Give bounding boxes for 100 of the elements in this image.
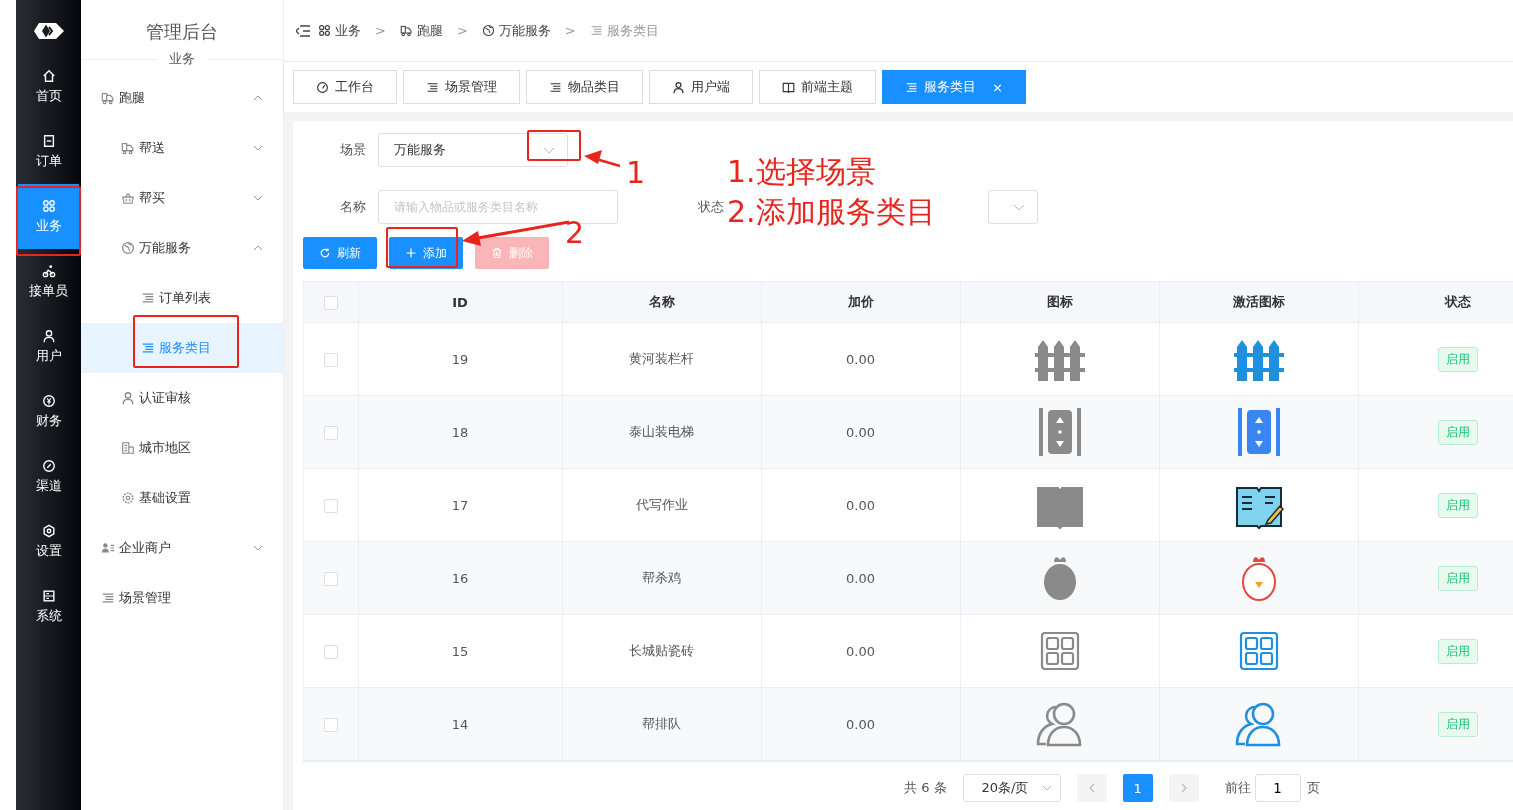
collapse-icon[interactable] [296,24,310,37]
field-label: 名称 [339,198,367,216]
menu-item[interactable]: 企业商户 [81,523,283,573]
nav-item[interactable]: 渠道 [18,444,79,509]
next-page-button[interactable] [1168,774,1199,802]
settings-icon [41,523,56,538]
table-cell: 17 [358,468,562,542]
menu-item[interactable]: 帮送 [81,123,283,173]
page-input[interactable]: 1 [1254,774,1301,802]
status-tag: 启用 [1437,711,1478,737]
elevator-icon [1235,406,1282,458]
nav-item[interactable]: 接单员 [18,249,79,314]
status-select[interactable] [988,190,1038,224]
status-tag: 启用 [1437,565,1478,591]
trash-icon [491,247,503,259]
breadcrumb-separator: > [564,23,576,38]
breadcrumb-link[interactable]: 万能服务 [481,21,551,40]
column-header: 名称 [562,282,761,323]
list-icon [141,291,155,305]
section-label: 业务 [157,51,207,66]
users-icon [101,541,115,555]
row-checkbox[interactable] [323,717,338,732]
user-icon [672,80,685,94]
row-checkbox[interactable] [323,425,338,440]
menu-item[interactable]: 帮买 [81,173,283,223]
nav-item[interactable]: 订单 [18,119,79,184]
row-checkbox[interactable] [323,571,338,586]
tab[interactable]: 工作台 [293,70,397,104]
status-tag: 启用 [1437,492,1478,518]
column-header: ID [358,282,562,323]
breadcrumb-separator: > [375,23,386,38]
column-header: 状态 [1358,282,1513,323]
menu-item[interactable]: 场景管理 [81,573,283,623]
row-checkbox[interactable] [323,352,338,367]
scene-select[interactable]: 万能服务 [378,133,568,167]
status-tag: 启用 [1437,346,1478,372]
tab[interactable]: 用户端 [649,70,753,104]
tiles-icon [1238,631,1279,671]
row-checkbox[interactable] [323,644,338,659]
page-suffix: 页 [1306,779,1320,797]
nav-item[interactable]: 首页 [18,54,79,119]
menu-item[interactable]: 城市地区 [81,423,283,473]
basket-icon [121,191,135,205]
annotation-text: 2.添加服务类目 [727,193,936,231]
truck-icon [121,141,135,155]
field-label: 场景 [339,141,367,159]
list-icon [426,80,439,94]
tab[interactable]: 场景管理 [403,70,520,104]
table-cell: 黄河装栏杆 [562,322,761,396]
table-cell: 16 [358,541,562,615]
table-cell: 代写作业 [562,468,761,542]
panel-icon [41,588,56,603]
page-size-select[interactable]: 20条/页 [962,774,1061,802]
row-checkbox[interactable] [323,498,338,513]
total-count: 共 6 条 [904,779,947,797]
nav-item[interactable]: 财务 [18,379,79,444]
logo-icon [33,22,64,40]
column-header: 图标 [960,282,1159,323]
table-cell: 14 [358,687,562,761]
nav-item[interactable]: 系统 [18,574,79,639]
nav-item[interactable]: 用户 [18,314,79,379]
column-header: 加价 [761,282,960,323]
menu-item[interactable]: 跑腿 [81,73,283,123]
select-all-checkbox[interactable] [323,295,338,310]
list-icon [549,80,562,94]
menu-item[interactable]: 万能服务 [81,223,283,273]
building-icon [121,441,135,455]
table-cell: 泰山装电梯 [562,395,761,469]
gauge-icon [316,80,329,94]
book-icon [782,80,795,94]
menu-item[interactable]: 订单列表 [81,273,283,323]
table-cell: 0.00 [761,395,960,469]
plus-icon [405,247,417,259]
breadcrumb-link[interactable]: 业务 [318,21,361,40]
highlight-frame [386,227,458,268]
status-tag: 启用 [1437,419,1478,445]
breadcrumb-link[interactable]: 跑腿 [399,21,443,40]
menu-item[interactable]: 基础设置 [81,473,283,523]
link-icon [41,458,56,473]
field-label: 状态 [697,198,725,216]
tab[interactable]: 前端主题 [759,70,876,104]
breadcrumb-separator: > [456,23,468,38]
chevron-down-icon [1041,785,1052,791]
annotation-text: 1.选择场景 [727,153,877,191]
list-icon [101,591,115,605]
table-cell: 帮杀鸡 [562,541,761,615]
goto-label: 前往 [1224,779,1251,797]
tab[interactable]: 物品类目 [526,70,643,104]
highlight-frame [527,130,581,161]
refresh-icon [319,247,331,259]
gear-icon [121,491,135,505]
previous-page-button[interactable] [1076,774,1107,802]
table-cell: 0.00 [761,322,960,396]
nav-item[interactable]: 设置 [18,509,79,574]
user-icon [121,391,135,405]
table-cell: 19 [358,322,562,396]
menu-item[interactable]: 认证审核 [81,373,283,423]
chevron-down-icon [543,146,555,154]
elevator-icon [1036,406,1083,458]
grid-icon [318,24,331,37]
